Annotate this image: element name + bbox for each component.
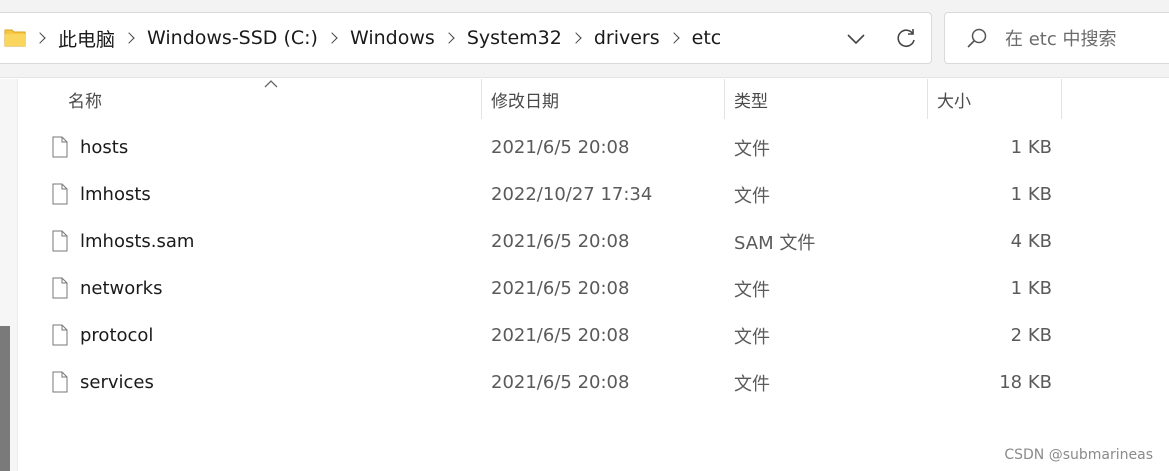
breadcrumb-system32[interactable]: System32 bbox=[467, 27, 562, 49]
search-placeholder: 在 etc 中搜索 bbox=[1005, 29, 1117, 50]
breadcrumb-windows-ssd[interactable]: Windows-SSD (C:) bbox=[147, 27, 318, 49]
address-bar-area: 此电脑 Windows-SSD (C:) Windows System32 dr… bbox=[0, 0, 1169, 78]
column-divider[interactable] bbox=[1061, 79, 1062, 119]
file-type: 文件 bbox=[734, 185, 770, 207]
file-type: 文件 bbox=[734, 279, 770, 301]
file-row[interactable]: services 2021/6/5 20:08 文件 18 KB bbox=[18, 359, 1169, 406]
file-size: 18 KB bbox=[999, 372, 1052, 393]
file-list: hosts 2021/6/5 20:08 文件 1 KB lmhosts 202… bbox=[18, 124, 1169, 406]
file-size: 1 KB bbox=[1010, 278, 1052, 299]
file-size: 1 KB bbox=[1010, 184, 1052, 205]
file-icon bbox=[52, 183, 68, 205]
file-row[interactable]: networks 2021/6/5 20:08 文件 1 KB bbox=[18, 265, 1169, 312]
file-row[interactable]: hosts 2021/6/5 20:08 文件 1 KB bbox=[18, 124, 1169, 171]
file-modified-date: 2021/6/5 20:08 bbox=[491, 372, 630, 393]
column-header-row: 名称 修改日期 类型 大小 bbox=[18, 79, 1169, 119]
file-modified-date: 2021/6/5 20:08 bbox=[491, 137, 630, 158]
search-input[interactable]: 在 etc 中搜索 bbox=[944, 12, 1169, 64]
breadcrumb-drivers[interactable]: drivers bbox=[594, 27, 660, 49]
search-icon bbox=[967, 28, 987, 48]
file-row[interactable]: protocol 2021/6/5 20:08 文件 2 KB bbox=[18, 312, 1169, 359]
file-name: hosts bbox=[80, 137, 129, 158]
column-header-type[interactable]: 类型 bbox=[724, 79, 926, 119]
refresh-icon bbox=[897, 29, 915, 47]
file-size: 4 KB bbox=[1010, 231, 1052, 252]
chevron-down-icon bbox=[847, 34, 865, 45]
file-name: protocol bbox=[80, 325, 154, 346]
file-name: services bbox=[80, 372, 154, 393]
chevron-right-icon[interactable] bbox=[326, 32, 338, 44]
column-header-name[interactable]: 名称 bbox=[58, 79, 482, 119]
breadcrumb: 此电脑 Windows-SSD (C:) Windows System32 dr… bbox=[34, 13, 722, 63]
file-size: 1 KB bbox=[1010, 137, 1052, 158]
chevron-right-icon[interactable] bbox=[570, 32, 582, 44]
folder-icon bbox=[4, 29, 26, 47]
address-path-box[interactable]: 此电脑 Windows-SSD (C:) Windows System32 dr… bbox=[0, 12, 932, 64]
file-modified-date: 2021/6/5 20:08 bbox=[491, 278, 630, 299]
refresh-button[interactable] bbox=[890, 24, 922, 54]
file-icon bbox=[52, 324, 68, 346]
column-header-size[interactable]: 大小 bbox=[927, 79, 1061, 119]
file-type: 文件 bbox=[734, 326, 770, 348]
navigation-scrollbar[interactable] bbox=[0, 326, 10, 471]
address-history-button[interactable] bbox=[840, 25, 872, 53]
watermark-text: CSDN @submarineas bbox=[1004, 447, 1153, 463]
chevron-right-icon[interactable] bbox=[443, 32, 455, 44]
breadcrumb-etc[interactable]: etc bbox=[692, 27, 722, 49]
file-type: 文件 bbox=[734, 373, 770, 395]
file-row[interactable]: lmhosts.sam 2021/6/5 20:08 SAM 文件 4 KB bbox=[18, 218, 1169, 265]
file-modified-date: 2021/6/5 20:08 bbox=[491, 325, 630, 346]
chevron-right-icon[interactable] bbox=[123, 32, 135, 44]
column-header-date[interactable]: 修改日期 bbox=[481, 79, 723, 119]
file-modified-date: 2022/10/27 17:34 bbox=[491, 184, 653, 205]
chevron-right-icon[interactable] bbox=[667, 32, 680, 44]
file-icon bbox=[52, 277, 68, 299]
file-size: 2 KB bbox=[1010, 325, 1052, 346]
file-row[interactable]: lmhosts 2022/10/27 17:34 文件 1 KB bbox=[18, 171, 1169, 218]
file-modified-date: 2021/6/5 20:08 bbox=[491, 231, 630, 252]
file-type: 文件 bbox=[734, 138, 770, 160]
file-name: networks bbox=[80, 278, 163, 299]
file-type: SAM 文件 bbox=[734, 232, 816, 254]
file-name: lmhosts bbox=[80, 184, 151, 205]
file-icon bbox=[52, 230, 68, 252]
breadcrumb-this-pc[interactable]: 此电脑 bbox=[58, 25, 115, 52]
breadcrumb-windows[interactable]: Windows bbox=[350, 27, 435, 49]
file-icon bbox=[52, 136, 68, 158]
file-name: lmhosts.sam bbox=[80, 231, 195, 252]
file-icon bbox=[52, 371, 68, 393]
chevron-right-icon[interactable] bbox=[34, 32, 46, 44]
